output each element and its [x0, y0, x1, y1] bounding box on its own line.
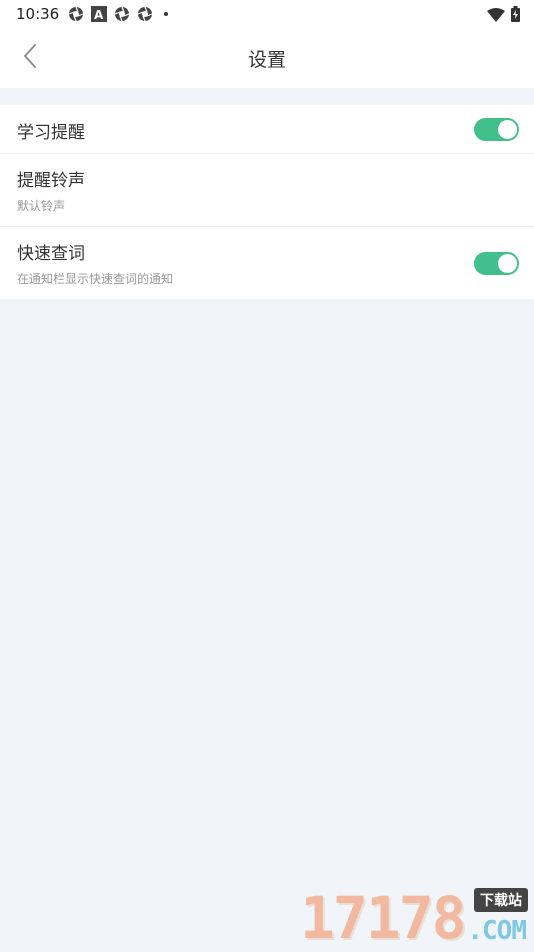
setting-title: 提醒铃声	[17, 171, 85, 191]
app-header: 设置	[0, 28, 534, 88]
toggle-knob	[498, 254, 517, 273]
watermark-logo: 17178 下载站 .COM	[300, 888, 528, 948]
font-a-icon: A	[91, 6, 107, 22]
setting-reminder-ringtone[interactable]: 提醒铃声 默认铃声	[0, 154, 534, 227]
watermark-badge: 下载站	[474, 888, 528, 912]
settings-list: 学习提醒 提醒铃声 默认铃声 快速查词 在通知栏显示快速查词的通知	[0, 105, 534, 299]
study-reminder-toggle[interactable]	[474, 118, 519, 141]
notification-icons: A	[68, 6, 168, 22]
dot-icon	[164, 12, 168, 16]
wifi-icon	[487, 7, 505, 26]
setting-title: 学习提醒	[17, 123, 85, 143]
battery-charging-icon	[511, 6, 520, 26]
svg-text:A: A	[94, 8, 104, 22]
camera-shutter-icon	[137, 6, 153, 22]
setting-study-reminder[interactable]: 学习提醒	[0, 105, 534, 154]
page-title: 设置	[247, 49, 286, 71]
status-time: 10:36	[16, 5, 60, 23]
setting-subtitle: 在通知栏显示快速查词的通知	[17, 272, 174, 286]
setting-title: 快速查词	[17, 244, 85, 264]
camera-shutter-icon	[68, 6, 84, 22]
watermark-suffix: .COM	[467, 916, 527, 946]
quick-lookup-toggle[interactable]	[474, 252, 519, 275]
camera-shutter-icon	[114, 6, 130, 22]
toggle-knob	[498, 120, 517, 139]
setting-quick-lookup[interactable]: 快速查词 在通知栏显示快速查词的通知	[0, 227, 534, 299]
watermark-digits: 17178	[300, 884, 467, 952]
system-icons	[487, 6, 520, 26]
setting-subtitle: 默认铃声	[17, 199, 66, 213]
status-bar: 10:36 A	[0, 0, 534, 28]
